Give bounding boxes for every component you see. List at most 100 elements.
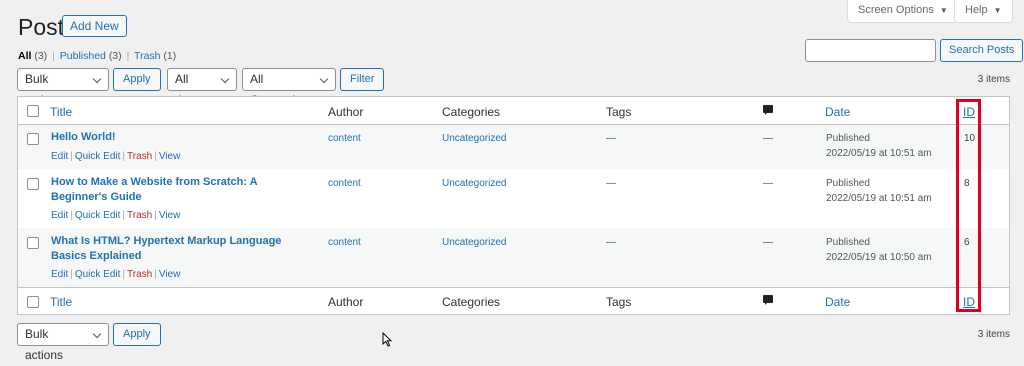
table-row: What Is HTML? Hypertext Markup Language … (18, 228, 1009, 287)
post-status: Published (826, 237, 870, 248)
post-status: Published (826, 178, 870, 189)
row-actions: Edit | Quick Edit | Trash | View (51, 151, 180, 162)
bulk-actions-select[interactable]: Bulk actions (17, 68, 109, 107)
category-filter-select[interactable]: All Categories (242, 68, 336, 107)
row-checkbox[interactable] (27, 133, 39, 145)
column-title[interactable]: Title (50, 295, 72, 309)
column-author: Author (328, 295, 364, 309)
post-date: Published 2022/05/19 at 10:50 am (826, 235, 932, 265)
apply-button-bottom[interactable]: Apply (113, 323, 161, 346)
quick-edit-link[interactable]: Quick Edit (75, 210, 121, 221)
apply-button[interactable]: Apply (113, 68, 161, 91)
view-trash-link[interactable]: Trash (134, 50, 160, 62)
post-category[interactable]: Uncategorized (442, 237, 506, 248)
post-date: Published 2022/05/19 at 10:51 am (826, 131, 932, 161)
comment-bubble-icon[interactable] (763, 105, 773, 115)
items-count-bottom: 3 items (977, 329, 1010, 340)
view-link[interactable]: View (159, 210, 181, 221)
view-all-link[interactable]: All (18, 50, 31, 62)
column-date[interactable]: Date (825, 105, 850, 119)
post-author[interactable]: content (328, 178, 361, 189)
view-all-count: (3) (34, 50, 48, 62)
action-separator: | (70, 269, 73, 280)
trash-link[interactable]: Trash (127, 151, 152, 162)
post-comments: — (763, 178, 773, 189)
action-separator: | (154, 151, 157, 162)
bulk-actions-select-bottom[interactable]: Bulk actions (17, 323, 109, 362)
table-header: Title Author Categories Tags Date ID (18, 97, 1009, 125)
column-title[interactable]: Title (50, 105, 72, 119)
trash-link[interactable]: Trash (127, 269, 152, 280)
id-column-highlight (956, 99, 981, 312)
view-link[interactable]: View (159, 269, 181, 280)
edit-link[interactable]: Edit (51, 151, 68, 162)
post-datetime: 2022/05/19 at 10:51 am (826, 193, 932, 204)
post-category[interactable]: Uncategorized (442, 133, 506, 144)
quick-edit-link[interactable]: Quick Edit (75, 269, 121, 280)
post-date: Published 2022/05/19 at 10:51 am (826, 176, 932, 206)
column-author: Author (328, 105, 364, 119)
help-button[interactable]: Help ▼ (954, 0, 1013, 23)
view-trash-count: (1) (163, 50, 177, 62)
post-tags: — (606, 133, 616, 144)
date-filter-select[interactable]: All dates (167, 68, 237, 107)
caret-down-icon: ▼ (993, 6, 1002, 15)
bulk-actions-label: Bulk actions (25, 327, 64, 362)
action-separator: | (122, 151, 126, 162)
view-separator: | (52, 50, 55, 62)
edit-link[interactable]: Edit (51, 269, 68, 280)
action-separator: | (70, 210, 73, 221)
table-row: Hello World! Edit | Quick Edit | Trash | View … (18, 125, 1009, 169)
view-published-count: (3) (108, 50, 122, 62)
trash-link[interactable]: Trash (127, 210, 152, 221)
view-published-link[interactable]: Published (60, 50, 106, 62)
post-author[interactable]: content (328, 133, 361, 144)
edit-link[interactable]: Edit (51, 210, 68, 221)
chevron-down-icon (92, 329, 102, 339)
quick-edit-link[interactable]: Quick Edit (75, 151, 121, 162)
column-tags: Tags (606, 295, 632, 309)
chevron-down-icon (92, 74, 102, 84)
view-link[interactable]: View (159, 151, 181, 162)
table-row: How to Make a Website from Scratch: A Be… (18, 169, 1009, 228)
post-comments: — (763, 237, 773, 248)
comment-bubble-icon[interactable] (763, 295, 773, 305)
post-comments: — (763, 133, 773, 144)
post-tags: — (606, 178, 616, 189)
column-categories: Categories (442, 295, 501, 309)
action-separator: | (154, 210, 157, 221)
help-label: Help (965, 4, 988, 16)
post-status: Published (826, 133, 870, 144)
row-actions: Edit | Quick Edit | Trash | View (51, 210, 180, 221)
row-checkbox[interactable] (27, 178, 39, 190)
post-datetime: 2022/05/19 at 10:51 am (826, 148, 932, 159)
chevron-down-icon (220, 74, 230, 84)
select-all-checkbox[interactable] (27, 296, 39, 308)
items-count: 3 items (977, 74, 1010, 85)
posts-table: Title Author Categories Tags Date ID Hel… (17, 96, 1010, 315)
filter-button[interactable]: Filter (340, 68, 385, 91)
search-posts-button[interactable]: Search Posts (940, 39, 1024, 62)
column-tags: Tags (606, 105, 632, 119)
column-categories: Categories (442, 105, 501, 119)
post-status-views: All (3) | Published (3) | Trash (1) (18, 50, 176, 62)
column-date[interactable]: Date (825, 295, 850, 309)
post-title-link[interactable]: How to Make a Website from Scratch: A Be… (51, 175, 301, 205)
post-title-link[interactable]: Hello World! (51, 130, 301, 145)
table-footer: Title Author Categories Tags Date ID (18, 287, 1009, 315)
row-checkbox[interactable] (27, 237, 39, 249)
search-input[interactable] (805, 39, 936, 62)
chevron-down-icon (319, 74, 329, 84)
post-author[interactable]: content (328, 237, 361, 248)
action-separator: | (122, 210, 126, 221)
screen-options-button[interactable]: Screen Options ▼ (847, 0, 959, 23)
screen-options-label: Screen Options (858, 4, 934, 16)
add-new-button[interactable]: Add New (62, 15, 127, 37)
select-all-checkbox[interactable] (27, 105, 39, 117)
action-separator: | (154, 269, 157, 280)
view-separator: | (126, 50, 130, 62)
post-tags: — (606, 237, 616, 248)
post-title-link[interactable]: What Is HTML? Hypertext Markup Language … (51, 234, 301, 264)
post-category[interactable]: Uncategorized (442, 178, 506, 189)
action-separator: | (122, 269, 126, 280)
